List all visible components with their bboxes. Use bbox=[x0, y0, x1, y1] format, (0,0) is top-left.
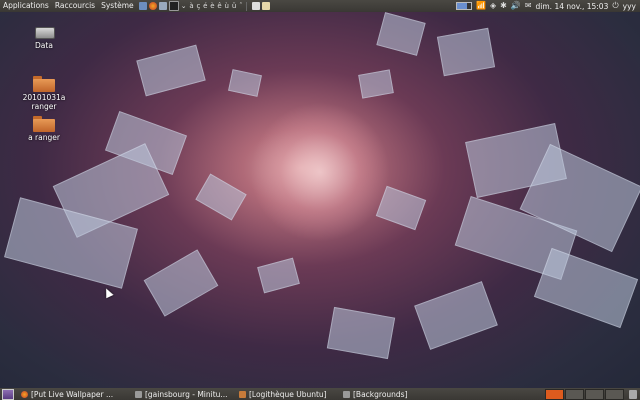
bluetooth-icon[interactable]: ✱ bbox=[500, 0, 507, 12]
terminal-icon[interactable] bbox=[168, 1, 179, 11]
workspace-switcher bbox=[545, 388, 624, 400]
folder-icon bbox=[33, 116, 55, 132]
battery-icon[interactable] bbox=[456, 2, 473, 10]
wallpaper-tile bbox=[414, 281, 498, 350]
firefox-icon bbox=[21, 390, 28, 398]
bottom-panel: [Put Live Wallpaper ... [gainsbourg - Mi… bbox=[0, 388, 640, 400]
taskbar-item-gainsbourg[interactable]: [gainsbourg - Minitu... bbox=[132, 389, 234, 399]
desktop[interactable]: Data 20101031a ranger a ranger bbox=[0, 12, 640, 388]
menu-systeme[interactable]: Système bbox=[98, 0, 137, 12]
firefox-launcher-icon[interactable] bbox=[148, 2, 157, 10]
wallpaper-tile bbox=[257, 257, 300, 294]
wallpaper-tile bbox=[533, 247, 639, 329]
task-label: [Backgrounds] bbox=[353, 389, 408, 399]
menu-raccourcis[interactable]: Raccourcis bbox=[52, 0, 98, 12]
taskbar-item-live-wallpaper[interactable]: [Put Live Wallpaper ... bbox=[18, 389, 130, 399]
menu-applications[interactable]: Applications bbox=[0, 0, 52, 12]
desktop-icon-data[interactable]: Data bbox=[14, 24, 74, 50]
system-tray: 📶 ◈ ✱ 🔊 ✉ dim. 14 nov., 15:03 ⏻ yyy bbox=[456, 0, 640, 12]
desktop-icon-label: a ranger bbox=[28, 133, 60, 142]
workspace-3[interactable] bbox=[585, 388, 604, 400]
workspace-1[interactable] bbox=[545, 388, 564, 400]
tunnel-glow bbox=[250, 102, 390, 242]
task-label: [Put Live Wallpaper ... bbox=[31, 389, 114, 399]
power-icon[interactable]: ⏻ bbox=[612, 0, 618, 12]
wallpaper-tile bbox=[376, 12, 426, 56]
show-desktop-button[interactable] bbox=[2, 388, 14, 400]
book-icon[interactable] bbox=[251, 2, 260, 10]
wallpaper-tile bbox=[228, 69, 262, 97]
desktop-icon-20101031a-ranger[interactable]: 20101031a ranger bbox=[14, 76, 74, 111]
terminal-launcher-icon[interactable] bbox=[138, 2, 147, 10]
desktop-icon-label: 20101031a ranger bbox=[22, 93, 66, 111]
panel-separator bbox=[245, 1, 247, 11]
task-label: [gainsbourg - Minitu... bbox=[145, 389, 228, 399]
window-icon bbox=[343, 390, 350, 398]
volume-icon[interactable]: 🔊 bbox=[511, 0, 521, 12]
task-label: [Logithèque Ubuntu] bbox=[249, 389, 327, 399]
desktop-icon-label: Data bbox=[35, 41, 53, 50]
software-center-icon bbox=[239, 390, 246, 398]
notes-icon[interactable] bbox=[261, 2, 270, 10]
drive-icon bbox=[34, 24, 55, 40]
folder-icon bbox=[33, 76, 55, 92]
wallpaper-tile bbox=[136, 44, 206, 97]
special-characters-applet[interactable]: ⌄ à ç é è ê ù ü ˆ bbox=[181, 2, 243, 10]
trash-icon[interactable] bbox=[629, 389, 637, 399]
clock[interactable]: dim. 14 nov., 15:03 bbox=[536, 2, 609, 11]
network-icon[interactable]: 📶 bbox=[476, 0, 486, 12]
workspace-2[interactable] bbox=[565, 388, 584, 400]
mail-icon[interactable]: ✉ bbox=[525, 0, 532, 12]
taskbar-item-backgrounds[interactable]: [Backgrounds] bbox=[340, 389, 442, 399]
user-name[interactable]: yyy bbox=[623, 2, 636, 11]
desktop-icon-a-ranger[interactable]: a ranger bbox=[14, 116, 74, 142]
window-icon bbox=[135, 390, 142, 398]
workspace-4[interactable] bbox=[605, 388, 624, 400]
wallpaper-tile bbox=[326, 306, 396, 360]
screenshot-launcher-icon[interactable] bbox=[158, 2, 167, 10]
wallpaper-tile bbox=[195, 173, 247, 221]
taskbar-item-logitheque[interactable]: [Logithèque Ubuntu] bbox=[236, 389, 338, 399]
top-panel: Applications Raccourcis Système ⌄ à ç é … bbox=[0, 0, 640, 12]
wallpaper-tile bbox=[358, 69, 394, 99]
update-icon[interactable]: ◈ bbox=[490, 0, 496, 12]
wallpaper-tile bbox=[436, 27, 496, 77]
wallpaper-tile bbox=[143, 249, 219, 317]
